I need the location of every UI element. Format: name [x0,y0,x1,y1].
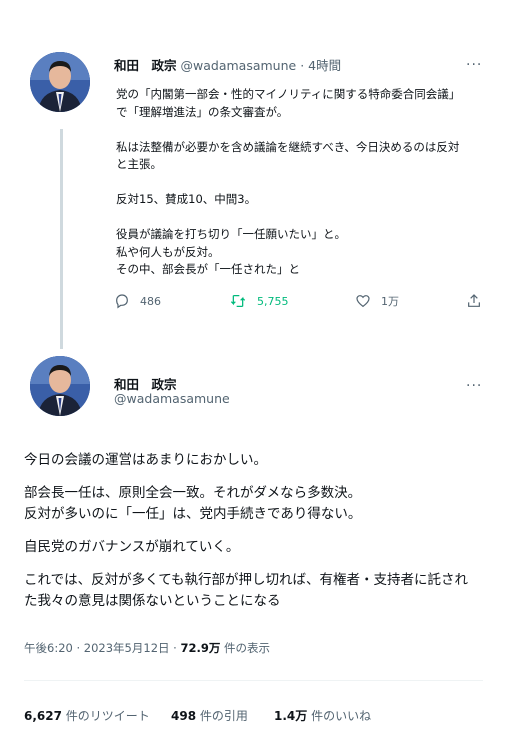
retweets-count: 6,627 [24,709,62,723]
more-options-icon[interactable]: ··· [466,378,482,394]
like-count: 1万 [381,295,399,308]
quotes-label: 件の引用 [199,709,248,723]
tweet1-author-row: 和田 政宗 @wadamasamune · 4時間 [114,55,341,74]
text-line: た我々の意見は関係ないということになる [24,593,281,609]
text-line: 役員が議論を打ち切り「一任願いたい」と。 [116,227,346,241]
text-line: で「理解増進法」の条文審査が。 [116,104,289,119]
text-line: 私は法整備が必要かを含め議論を継続すべき、今日決めるのは反対 [116,139,460,154]
reply-count: 486 [140,294,161,308]
separator-dot: · [300,58,305,73]
avatar[interactable] [30,356,90,416]
tweet1-actions: 486 5,755 1万 [114,293,484,315]
thread-line [60,129,63,349]
retweet-icon [230,295,246,307]
text-line: 自民党のガバナンスが崩れていく。 [24,539,240,555]
text-line: 反対が多いのに「一任」は、党内手続きであり得ない。 [24,506,362,522]
post-time[interactable]: 4時間 [308,58,341,73]
author-handle[interactable]: @wadamasamune [181,58,297,73]
text-line: 部会長一任は、原則全会一致。それがダメなら多数決。 [24,485,362,501]
tweet-meta: 午後6:20 · 2023年5月12日 · 72.9万 件の表示 [24,640,270,656]
quotes-count: 498 [171,709,197,723]
text-line: 私や何人もが反対。 [116,244,220,259]
avatar-photo [30,356,90,416]
post-timestamp[interactable]: 午後6:20 · 2023年5月12日 [24,641,170,655]
view-count: 72.9万 [180,641,221,655]
text-line: これでは、反対が多くても執行部が押し切れば、有権者・支持者に託され [24,572,469,588]
tweet2-text: 今日の会議の運営はあまりにおかしい。 部会長一任は、原則全会一致。それがダメなら… [24,450,489,624]
heart-icon [356,295,370,308]
divider [24,680,483,681]
text-line: と主張。 [116,157,162,171]
reply-button[interactable]: 486 [114,293,161,309]
retweets-stat[interactable]: 6,627 件のリツイート [24,707,150,724]
more-options-icon[interactable]: ··· [466,57,482,73]
retweets-label: 件のリツイート [65,709,150,723]
author-handle[interactable]: @wadamasamune [114,391,230,406]
text-line: その中、部会長が「一任された」と [116,262,300,276]
share-button[interactable] [466,293,482,309]
quotes-stat[interactable]: 498 件の引用 [171,707,248,724]
likes-label: 件のいいね [311,709,372,723]
likes-count: 1.4万 [274,709,308,723]
text-line: 反対15、賛成10、中間3。 [116,192,257,206]
retweet-count: 5,755 [257,294,289,308]
author-name[interactable]: 和田 政宗 [114,58,177,73]
view-label: 件の表示 [224,641,271,655]
separator-dot: · [173,641,177,655]
top-header [0,0,507,8]
avatar-photo [30,52,90,112]
likes-stat[interactable]: 1.4万 件のいいね [274,707,371,724]
text-line: 党の「内閣第一部会・性的マイノリティに関する特命委合同会議」 [116,87,461,101]
tweet1-text: 党の「内閣第一部会・性的マイノリティに関する特命委合同会議」 で「理解増進法」の… [116,86,486,279]
text-line: 今日の会議の運営はあまりにおかしい。 [24,452,267,468]
retweet-button[interactable]: 5,755 [229,293,289,309]
reply-icon [116,294,128,309]
share-icon [468,294,480,307]
avatar[interactable] [30,52,90,112]
like-button[interactable]: 1万 [355,293,399,309]
